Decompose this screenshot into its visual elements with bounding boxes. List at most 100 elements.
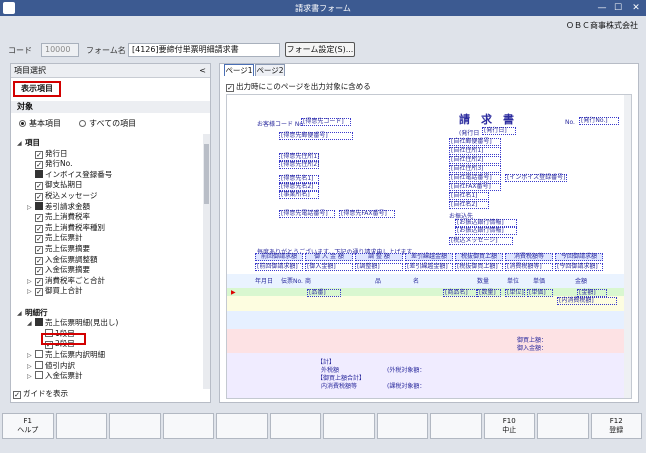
tree-item[interactable]: 売上消費税率 bbox=[27, 212, 90, 223]
checkbox-icon[interactable] bbox=[35, 277, 43, 286]
tree-item[interactable]: 税込メッセージ bbox=[27, 191, 97, 201]
summary-field[interactable]: [税抜御買上額] bbox=[455, 263, 503, 271]
expander-icon[interactable]: ◢ bbox=[17, 309, 25, 319]
item-name-field[interactable]: [商品名] bbox=[443, 289, 477, 297]
company-address2-field[interactable]: [自社住所2] bbox=[449, 156, 501, 164]
bank-info-field-1[interactable]: [お振込銀行情報] bbox=[455, 219, 517, 227]
item-code-field[interactable]: [品番] bbox=[307, 289, 341, 297]
function-key-7[interactable] bbox=[323, 413, 375, 439]
customer-code-field[interactable]: [得意先コード] bbox=[301, 118, 351, 126]
checkbox-icon[interactable] bbox=[35, 350, 43, 358]
function-key-3[interactable] bbox=[109, 413, 161, 439]
expander-icon[interactable]: ▷ bbox=[27, 372, 35, 382]
bank-info-field-2[interactable]: [お振込銀行情報] bbox=[455, 227, 517, 235]
maximize-icon[interactable]: ☐ bbox=[610, 0, 626, 16]
function-key-6[interactable] bbox=[269, 413, 321, 439]
quantity-field[interactable]: [数量] bbox=[477, 289, 501, 297]
tree-item[interactable]: 発行No. bbox=[27, 159, 72, 170]
display-items-tab[interactable]: 表示項目 bbox=[13, 81, 61, 97]
preview-scrollbar[interactable] bbox=[624, 95, 631, 398]
checkbox-icon[interactable] bbox=[35, 360, 43, 369]
tree-item[interactable]: ◢ 明細行 bbox=[17, 308, 48, 318]
function-key-5[interactable] bbox=[216, 413, 268, 439]
tree-item[interactable]: 入金伝票摘要 bbox=[27, 265, 90, 276]
issue-date-field[interactable]: [発行日] bbox=[482, 127, 516, 135]
tree-item[interactable] bbox=[17, 297, 25, 307]
checkbox-icon[interactable] bbox=[35, 318, 43, 327]
invoice-registration-field[interactable]: [インボイス登録番号] bbox=[505, 174, 567, 182]
radio-basic-items[interactable]: 基本項目 bbox=[19, 118, 61, 129]
internal-tax-field[interactable]: [内消費税額] bbox=[557, 297, 617, 305]
tree-item[interactable]: ▷ 売上伝票内訳明細 bbox=[27, 350, 105, 360]
customer-address2-field[interactable]: [得意先住所2] bbox=[279, 161, 320, 169]
checkbox-icon[interactable] bbox=[35, 371, 43, 380]
form-name-field[interactable]: [4126]要締付単票明細請求書 bbox=[128, 43, 280, 57]
expander-icon[interactable]: ▷ bbox=[27, 351, 35, 361]
issue-no-field[interactable]: [発行No.] bbox=[579, 117, 619, 125]
expander-icon[interactable]: ◢ bbox=[17, 139, 25, 149]
checkbox-icon[interactable] bbox=[35, 169, 43, 178]
checkbox-icon[interactable] bbox=[35, 182, 43, 191]
collapse-icon[interactable]: < bbox=[199, 64, 206, 77]
tab-page1[interactable]: ページ1 bbox=[224, 64, 254, 76]
office-name-field[interactable]: [事業所名] bbox=[279, 191, 319, 199]
function-key-4[interactable] bbox=[162, 413, 214, 439]
customer-address1-field[interactable]: [得意先住所1] bbox=[279, 153, 320, 161]
tab-page2[interactable]: ページ2 bbox=[255, 64, 285, 76]
tree-item[interactable]: ◢ 売上伝票明細(見出し) bbox=[27, 318, 118, 328]
tax-message-field[interactable]: [税込メッセージ] bbox=[449, 237, 513, 245]
checkbox-icon[interactable] bbox=[35, 193, 43, 201]
company-fax-field[interactable]: [自社FAX番号] bbox=[449, 183, 501, 191]
function-key-9[interactable] bbox=[430, 413, 482, 439]
tree-scrollbar[interactable] bbox=[203, 134, 210, 389]
tree-item[interactable]: 入金伝票調整額 bbox=[27, 255, 98, 265]
radio-all-items[interactable]: すべての項目 bbox=[79, 118, 136, 129]
customer-phone-field[interactable]: [得意先電話番号] bbox=[279, 210, 335, 218]
tree-item[interactable]: 御支払期日 bbox=[27, 180, 83, 191]
checkbox-icon[interactable] bbox=[35, 267, 43, 276]
summary-field[interactable]: [消費税額等] bbox=[505, 263, 553, 271]
summary-field[interactable]: [御入金額] bbox=[305, 263, 353, 271]
minimize-icon[interactable]: — bbox=[594, 0, 610, 16]
checkbox-icon[interactable] bbox=[35, 214, 43, 223]
tree-item[interactable]: 売上伝票計 bbox=[27, 233, 83, 244]
summary-field[interactable]: [今回御請求額] bbox=[555, 263, 603, 271]
function-key-11[interactable] bbox=[537, 413, 589, 439]
tree-item[interactable]: ◢ 項目 bbox=[17, 138, 40, 148]
form-settings-button[interactable]: フォーム設定(S)... bbox=[285, 42, 355, 57]
company-name2-field[interactable]: [自社名2] bbox=[449, 201, 489, 209]
customer-fax-field[interactable]: [得意先FAX番号] bbox=[339, 210, 395, 218]
checkbox-icon[interactable] bbox=[35, 288, 43, 297]
checkbox-icon[interactable] bbox=[35, 256, 43, 265]
tree-item[interactable]: ▷ 差引請求金額 bbox=[27, 201, 90, 213]
checkbox-icon[interactable] bbox=[35, 246, 43, 254]
tree-item[interactable]: インボイス登録番号 bbox=[27, 169, 112, 180]
company-address1-field[interactable]: [自社住所1] bbox=[449, 147, 501, 155]
tree-item[interactable]: 売上伝票摘要 bbox=[27, 244, 90, 254]
company-phone-field[interactable]: [自社電話番号] bbox=[449, 174, 501, 182]
show-guide-checkbox[interactable]: ガイドを表示 bbox=[13, 388, 68, 399]
function-key-2[interactable] bbox=[55, 413, 107, 439]
expander-icon[interactable]: ▷ bbox=[27, 362, 35, 372]
function-key-1[interactable]: F1 ヘルプ bbox=[2, 413, 54, 439]
expander-icon[interactable]: ◢ bbox=[27, 319, 35, 329]
checkbox-icon[interactable] bbox=[35, 224, 43, 233]
company-postal-field[interactable]: [自社郵便番号] bbox=[449, 138, 501, 146]
tree-item[interactable]: ▷ 消費税率ごと合計 bbox=[27, 276, 105, 286]
summary-field[interactable]: [調整額] bbox=[355, 263, 403, 271]
function-key-10[interactable]: F10 中止 bbox=[483, 413, 535, 439]
customer-name2-field[interactable]: [得意先名2] bbox=[279, 183, 319, 191]
company-name1-field[interactable]: [自社名1] bbox=[449, 192, 489, 200]
checkbox-icon[interactable] bbox=[35, 150, 43, 159]
price-field[interactable]: [単価] bbox=[527, 289, 553, 297]
expander-icon[interactable]: ▷ bbox=[27, 203, 35, 213]
summary-field[interactable]: [差引繰越金額] bbox=[405, 263, 453, 271]
summary-field[interactable]: [前回御請求額] bbox=[255, 263, 303, 271]
customer-name1-field[interactable]: [得意先名1] bbox=[279, 175, 319, 183]
unit-field[interactable]: [単位] bbox=[505, 289, 525, 297]
scroll-thumb[interactable] bbox=[204, 144, 209, 204]
checkbox-icon[interactable] bbox=[35, 235, 43, 244]
close-icon[interactable]: ✕ bbox=[628, 0, 644, 16]
tree-item[interactable]: ▷ 値引内訳 bbox=[27, 360, 75, 372]
print-include-checkbox[interactable]: 出力時にこのページを出力対象に含める bbox=[226, 81, 371, 92]
